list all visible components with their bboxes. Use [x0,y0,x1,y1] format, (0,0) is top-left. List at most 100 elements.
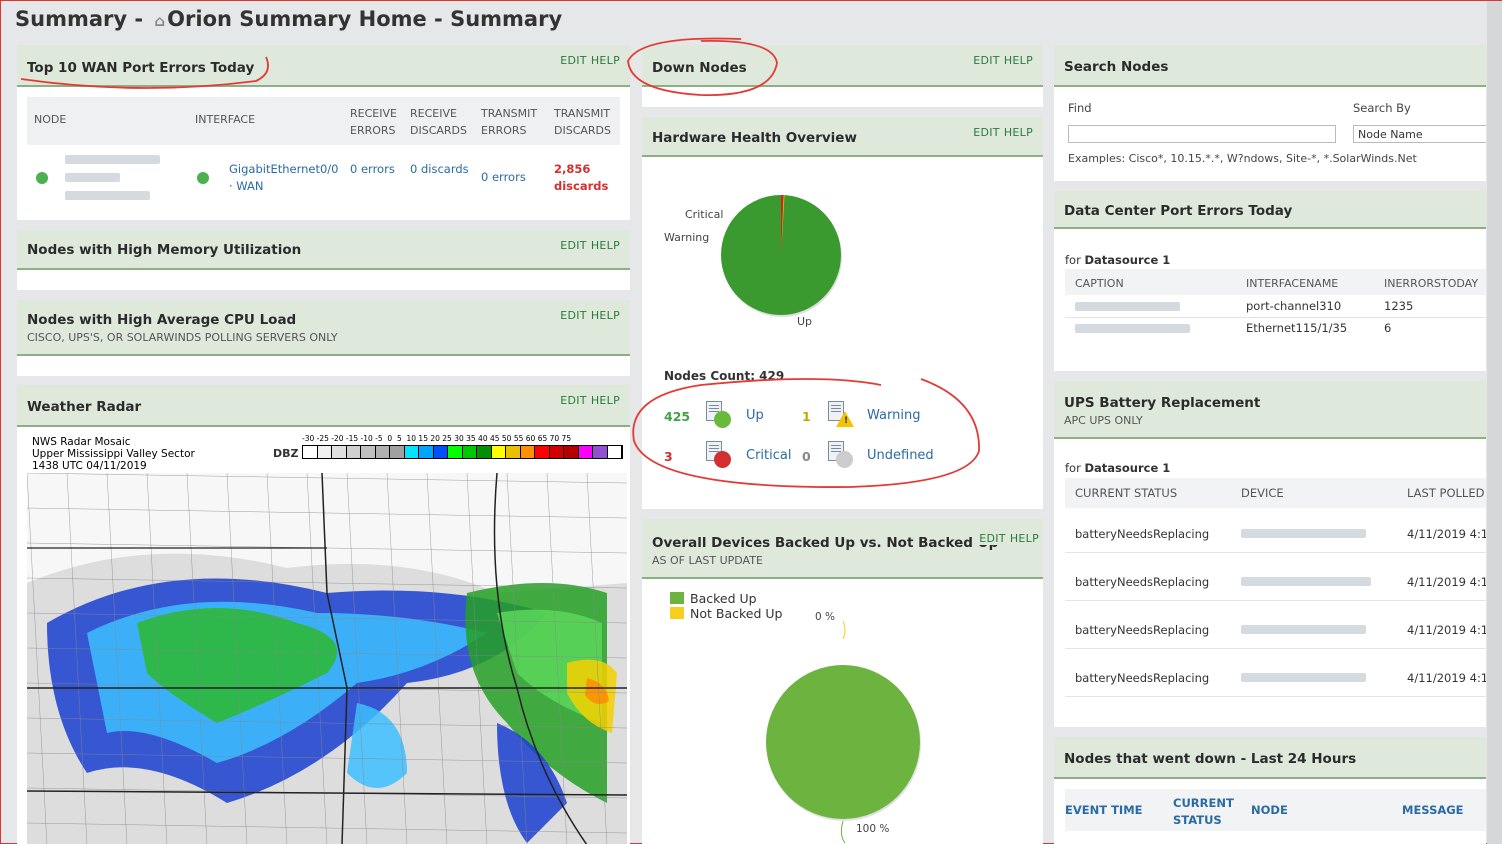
edit-button[interactable]: EDIT [560,239,587,252]
status-link-undefined[interactable]: Undefined [867,448,934,463]
panel-title: Top 10 WAN Port Errors Today [27,60,255,76]
help-button[interactable]: HELP [1004,54,1033,67]
high-cpu-panel: Nodes with High Average CPU Load CISCO, … [17,300,630,376]
search-by-select[interactable]: Node Name [1353,125,1486,143]
col-node[interactable]: NODE [34,113,66,126]
col-interface[interactable]: INTERFACE [195,113,255,126]
edit-help: EDIT HELP [556,394,620,407]
title-main: Orion Summary Home - Summary [167,7,563,31]
dbz-swatch [375,446,390,458]
recv-errors-link[interactable]: 0 errors [350,161,400,178]
node-status-icon[interactable]: ! [828,401,854,427]
status-count: 0 [802,449,811,464]
leader-line-bottom [840,820,846,844]
edit-help: EDIT HELP [969,54,1033,67]
panel-header: Nodes with High Memory Utilization EDIT H… [17,230,630,270]
pie-slice-backed-up[interactable] [766,665,920,819]
last-polled: 4/11/2019 4:1 [1407,527,1486,541]
home-icon[interactable]: ⌂ [154,12,165,30]
panel-header: Down Nodes EDIT HELP [642,45,1043,87]
edit-button[interactable]: EDIT [973,126,1000,139]
help-button[interactable]: HELP [1004,126,1033,139]
col-tx-errors[interactable]: TRANSMIT ERRORS [481,105,546,139]
help-button[interactable]: HELP [1010,532,1039,545]
panel-subtitle: AS OF LAST UPDATE [652,554,763,567]
node-name-blurred[interactable] [65,155,160,164]
status-link-up[interactable]: Up [746,408,764,423]
dbz-swatch [332,446,347,458]
help-button[interactable]: HELP [591,394,620,407]
interface-link[interactable]: GigabitEthernet0/0 · WAN [229,161,344,195]
page-scrollbar-track[interactable] [1487,1,1502,844]
dbz-swatch [549,446,564,458]
col-last-polled[interactable]: LAST POLLED [1407,486,1484,500]
panel-header: Data Center Port Errors Today [1054,191,1486,229]
datasource-name: Datasource 1 [1084,461,1171,475]
device-name-blurred[interactable] [1241,625,1366,634]
help-button[interactable]: HELP [591,239,620,252]
last-polled: 4/11/2019 4:1 [1407,671,1486,685]
edit-button[interactable]: EDIT [560,394,587,407]
help-button[interactable]: HELP [591,309,620,322]
status-count: 1 [802,409,811,424]
node-status-icon[interactable] [828,441,853,468]
dbz-swatch [346,446,361,458]
status-link-critical[interactable]: Critical [746,448,791,463]
panel-header: UPS Battery Replacement APC UPS ONLY [1054,381,1486,439]
dbz-swatch [390,446,405,458]
dbz-swatch [506,446,521,458]
col-recv-discards[interactable]: RECEIVE DISCARDS [410,105,475,139]
ups-status: batteryNeedsReplacing [1075,575,1210,589]
edit-help: EDIT HELP [556,239,620,252]
device-name-blurred[interactable] [1241,529,1366,538]
tx-discards-link[interactable]: 2,856 discards [554,161,614,195]
radar-image[interactable]: NWS Radar Mosaic Upper Mississippi Valle… [27,431,627,844]
nodes-down-24h-panel: Nodes that went down - Last 24 Hours EVE… [1054,737,1486,844]
help-button[interactable]: HELP [591,54,620,67]
weather-radar-panel: Weather Radar EDIT HELP NWS Radar Mosaic … [17,385,630,844]
col-node[interactable]: NODE [1251,803,1288,817]
col-current-status[interactable]: CURRENT STATUS [1173,795,1234,829]
ups-status: batteryNeedsReplacing [1075,527,1210,541]
node-status-icon[interactable] [706,441,731,468]
edit-button[interactable]: EDIT [973,54,1000,67]
status-count: 3 [664,449,673,464]
title-prefix: Summary - [15,7,144,31]
edit-button[interactable]: EDIT [560,54,587,67]
dbz-swatch [448,446,463,458]
edit-button[interactable]: EDIT [560,309,587,322]
panel-title: Search Nodes [1064,59,1169,75]
edit-help: EDIT HELP [556,309,620,322]
find-label: Find [1068,101,1092,115]
page-title: Summary - ⌂Orion Summary Home - Summary [15,7,562,31]
col-recv-errors[interactable]: RECEIVE ERRORS [350,105,405,139]
recv-discards-link[interactable]: 0 discards [410,161,470,178]
dbz-swatch [491,446,506,458]
dbz-label: DBZ [273,447,299,460]
backup-pie[interactable] [642,575,1043,844]
edit-button[interactable]: EDIT [979,532,1006,545]
col-inerrorstoday[interactable]: INERRORSTODAY [1384,277,1478,290]
col-current-status[interactable]: CURRENT STATUS [1075,486,1177,500]
dbz-swatch [535,446,550,458]
caption-blurred [1075,324,1190,333]
col-device[interactable]: DEVICE [1241,486,1284,500]
in-errors: 1235 [1384,299,1414,313]
col-caption[interactable]: CAPTION [1075,277,1124,290]
panel-title: UPS Battery Replacement [1064,395,1261,411]
col-tx-discards[interactable]: TRANSMIT DISCARDS [554,105,624,139]
device-name-blurred[interactable] [1241,577,1371,586]
tx-errors-link[interactable]: 0 errors [481,170,526,184]
panel-header: Nodes with High Average CPU Load CISCO, … [17,300,630,356]
last-polled: 4/11/2019 4:1 [1407,623,1486,637]
status-link-warning[interactable]: Warning [867,408,920,423]
node-status-icon[interactable] [706,401,731,428]
ups-battery-panel: UPS Battery Replacement APC UPS ONLY for… [1054,381,1486,727]
col-event-time[interactable]: EVENT TIME [1065,803,1143,817]
find-input[interactable] [1068,125,1336,143]
col-message[interactable]: MESSAGE [1402,803,1464,817]
device-name-blurred[interactable] [1241,673,1366,682]
down-nodes-panel: Down Nodes EDIT HELP [642,45,1043,107]
hardware-health-pie[interactable] [718,191,848,321]
col-interfacename[interactable]: INTERFACENAME [1246,277,1338,290]
